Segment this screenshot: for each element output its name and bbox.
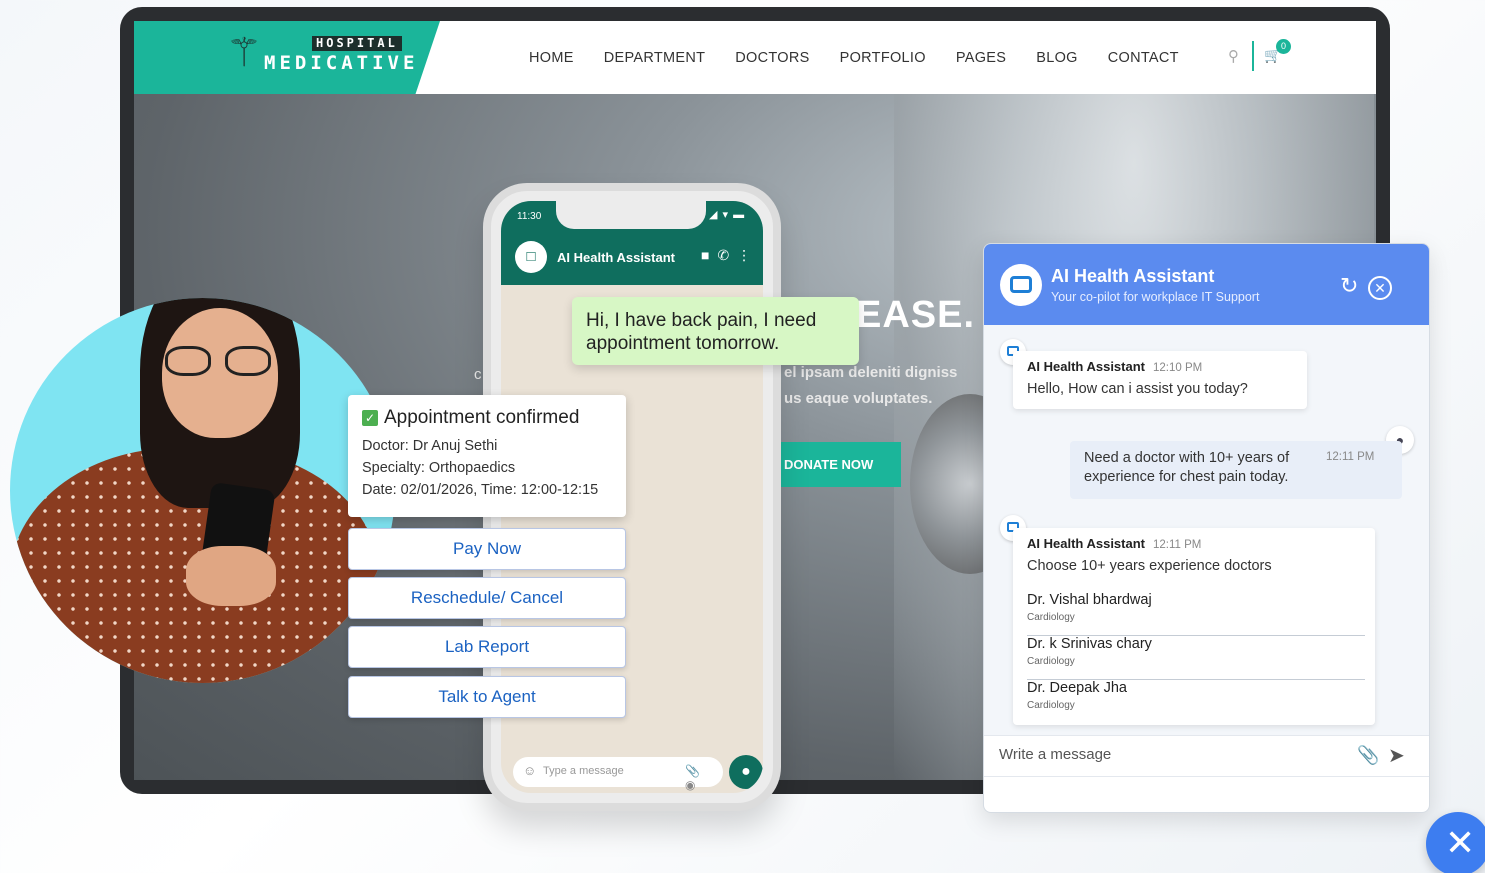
chat-widget: AI Health Assistant Your co-pilot for wo…: [983, 243, 1430, 813]
donate-button[interactable]: DONATE NOW: [774, 442, 901, 487]
reschedule-cancel-button[interactable]: Reschedule/ Cancel: [348, 577, 626, 619]
nav-pages[interactable]: PAGES: [956, 50, 1006, 66]
paperclip-icon[interactable]: 📎: [1357, 745, 1379, 766]
talk-to-agent-button[interactable]: Talk to Agent: [348, 676, 626, 718]
phone-message-input[interactable]: ☺ Type a message 📎◉: [513, 757, 723, 792]
appointment-date: Date: 02/01/2026, Time: 12:00-12:15: [362, 482, 599, 498]
doctor-name: Dr. k Srinivas chary: [1027, 636, 1152, 652]
chat-subtitle: Your co-pilot for workplace IT Support: [1051, 290, 1260, 304]
appointment-card: ✓ Appointment confirmed Doctor: Dr Anuj …: [348, 395, 626, 517]
message-sender: AI Health Assistant: [1027, 359, 1145, 374]
appointment-doctor: Doctor: Dr Anuj Sethi: [362, 438, 498, 454]
nav-department[interactable]: DEPARTMENT: [604, 50, 706, 66]
chat-messages: AI Health Assistant 12:10 PM Hello, How c…: [984, 325, 1429, 735]
checkmark-icon: ✓: [362, 410, 378, 426]
doctor-list-item[interactable]: Dr. Vishal bhardwaj Cardiology: [1027, 592, 1365, 636]
glasses: [165, 346, 275, 376]
user-message-time: 12:11 PM: [1326, 451, 1375, 463]
message-text: Choose 10+ years experience doctors: [1027, 558, 1272, 574]
assistant-avatar-icon: □: [515, 241, 547, 273]
close-icon[interactable]: ✕: [1368, 276, 1392, 300]
nav-home[interactable]: HOME: [529, 50, 574, 66]
woman-photo: [10, 298, 395, 683]
message-time: 12:10 PM: [1153, 362, 1203, 374]
doctor-list-item[interactable]: Dr. Deepak Jha Cardiology: [1027, 680, 1365, 724]
doctor-specialty: Cardiology: [1027, 656, 1075, 667]
phone-contact-name: AI Health Assistant: [557, 250, 675, 265]
nav-doctors[interactable]: DOCTORS: [735, 50, 809, 66]
chat-logo-icon: [1000, 264, 1042, 306]
bot-message: AI Health Assistant 12:10 PM Hello, How c…: [1013, 351, 1307, 409]
logo-bottom-text: MEDICATIVE: [264, 52, 419, 74]
chat-header: AI Health Assistant Your co-pilot for wo…: [984, 244, 1429, 325]
phone-input-placeholder: Type a message: [543, 765, 624, 777]
logo-top-text: HOSPITAL: [312, 36, 402, 51]
logo[interactable]: ⚚ HOSPITAL MEDICATIVE: [134, 21, 440, 94]
doctor-name: Dr. Vishal bhardwaj: [1027, 592, 1152, 608]
emoji-icon[interactable]: ☺: [523, 763, 536, 778]
send-icon[interactable]: ➤: [1388, 743, 1405, 768]
user-message-text: Need a doctor with 10+ years of experien…: [1084, 450, 1290, 485]
doctor-list-item[interactable]: Dr. k Srinivas chary Cardiology: [1027, 636, 1365, 680]
hero-subtitle-line2: us eaque voluptates.: [784, 390, 933, 407]
search-icon[interactable]: ⚲: [1228, 47, 1239, 65]
close-chat-fab[interactable]: ✕: [1426, 812, 1485, 873]
caduceus-icon: ⚚: [226, 30, 262, 76]
nav-divider: [1252, 41, 1254, 71]
website-navbar: ⚚ HOSPITAL MEDICATIVE HOME DEPARTMENT DO…: [134, 21, 1376, 94]
hero-title: EASE.: [856, 294, 976, 336]
user-message: Need a doctor with 10+ years of experien…: [1070, 441, 1402, 499]
attach-camera-icon[interactable]: 📎◉: [685, 764, 723, 792]
mic-icon[interactable]: ●: [729, 755, 763, 789]
appointment-title: Appointment confirmed: [384, 407, 580, 428]
hero-subtitle-line1: el ipsam deleniti digniss: [784, 364, 958, 381]
refresh-icon[interactable]: ↻: [1340, 275, 1358, 297]
phone-time: 11:30: [517, 211, 542, 222]
phone-chat-header: 11:30 ◢ ▾ ▬ □ AI Health Assistant ■✆⋮: [501, 201, 763, 285]
chat-message-input[interactable]: Write a message: [999, 746, 1111, 763]
nav-contact[interactable]: CONTACT: [1108, 50, 1179, 66]
pay-now-button[interactable]: Pay Now: [348, 528, 626, 570]
message-time: 12:11 PM: [1153, 539, 1202, 551]
appointment-title-row: ✓ Appointment confirmed: [362, 407, 612, 429]
nav-links: HOME DEPARTMENT DOCTORS PORTFOLIO PAGES …: [529, 21, 1179, 94]
nav-portfolio[interactable]: PORTFOLIO: [840, 50, 926, 66]
chat-input-bar[interactable]: Write a message 📎 ➤: [984, 735, 1429, 777]
doctor-specialty: Cardiology: [1027, 612, 1075, 623]
lab-report-button[interactable]: Lab Report: [348, 626, 626, 668]
woman-hand: [186, 546, 276, 606]
bot-doctor-list-message: AI Health Assistant 12:11 PM Choose 10+ y…: [1013, 528, 1375, 725]
hero-text-fragment: c: [474, 366, 482, 383]
message-sender: AI Health Assistant: [1027, 536, 1145, 551]
cart-count-badge: 0: [1276, 39, 1291, 54]
call-options-icon[interactable]: ■✆⋮: [701, 247, 759, 264]
user-message-bubble: Hi, I have back pain, I need appointment…: [572, 297, 859, 365]
phone-notch: [556, 201, 706, 229]
signal-wifi-battery-icon: ◢ ▾ ▬: [709, 209, 746, 221]
close-icon: ✕: [1445, 822, 1476, 863]
message-text: Hello, How can i assist you today?: [1027, 381, 1248, 397]
nav-blog[interactable]: BLOG: [1036, 50, 1078, 66]
appointment-specialty: Specialty: Orthopaedics: [362, 460, 516, 476]
doctor-specialty: Cardiology: [1027, 700, 1075, 711]
doctor-name: Dr. Deepak Jha: [1027, 680, 1127, 696]
chat-title: AI Health Assistant: [1051, 266, 1215, 286]
